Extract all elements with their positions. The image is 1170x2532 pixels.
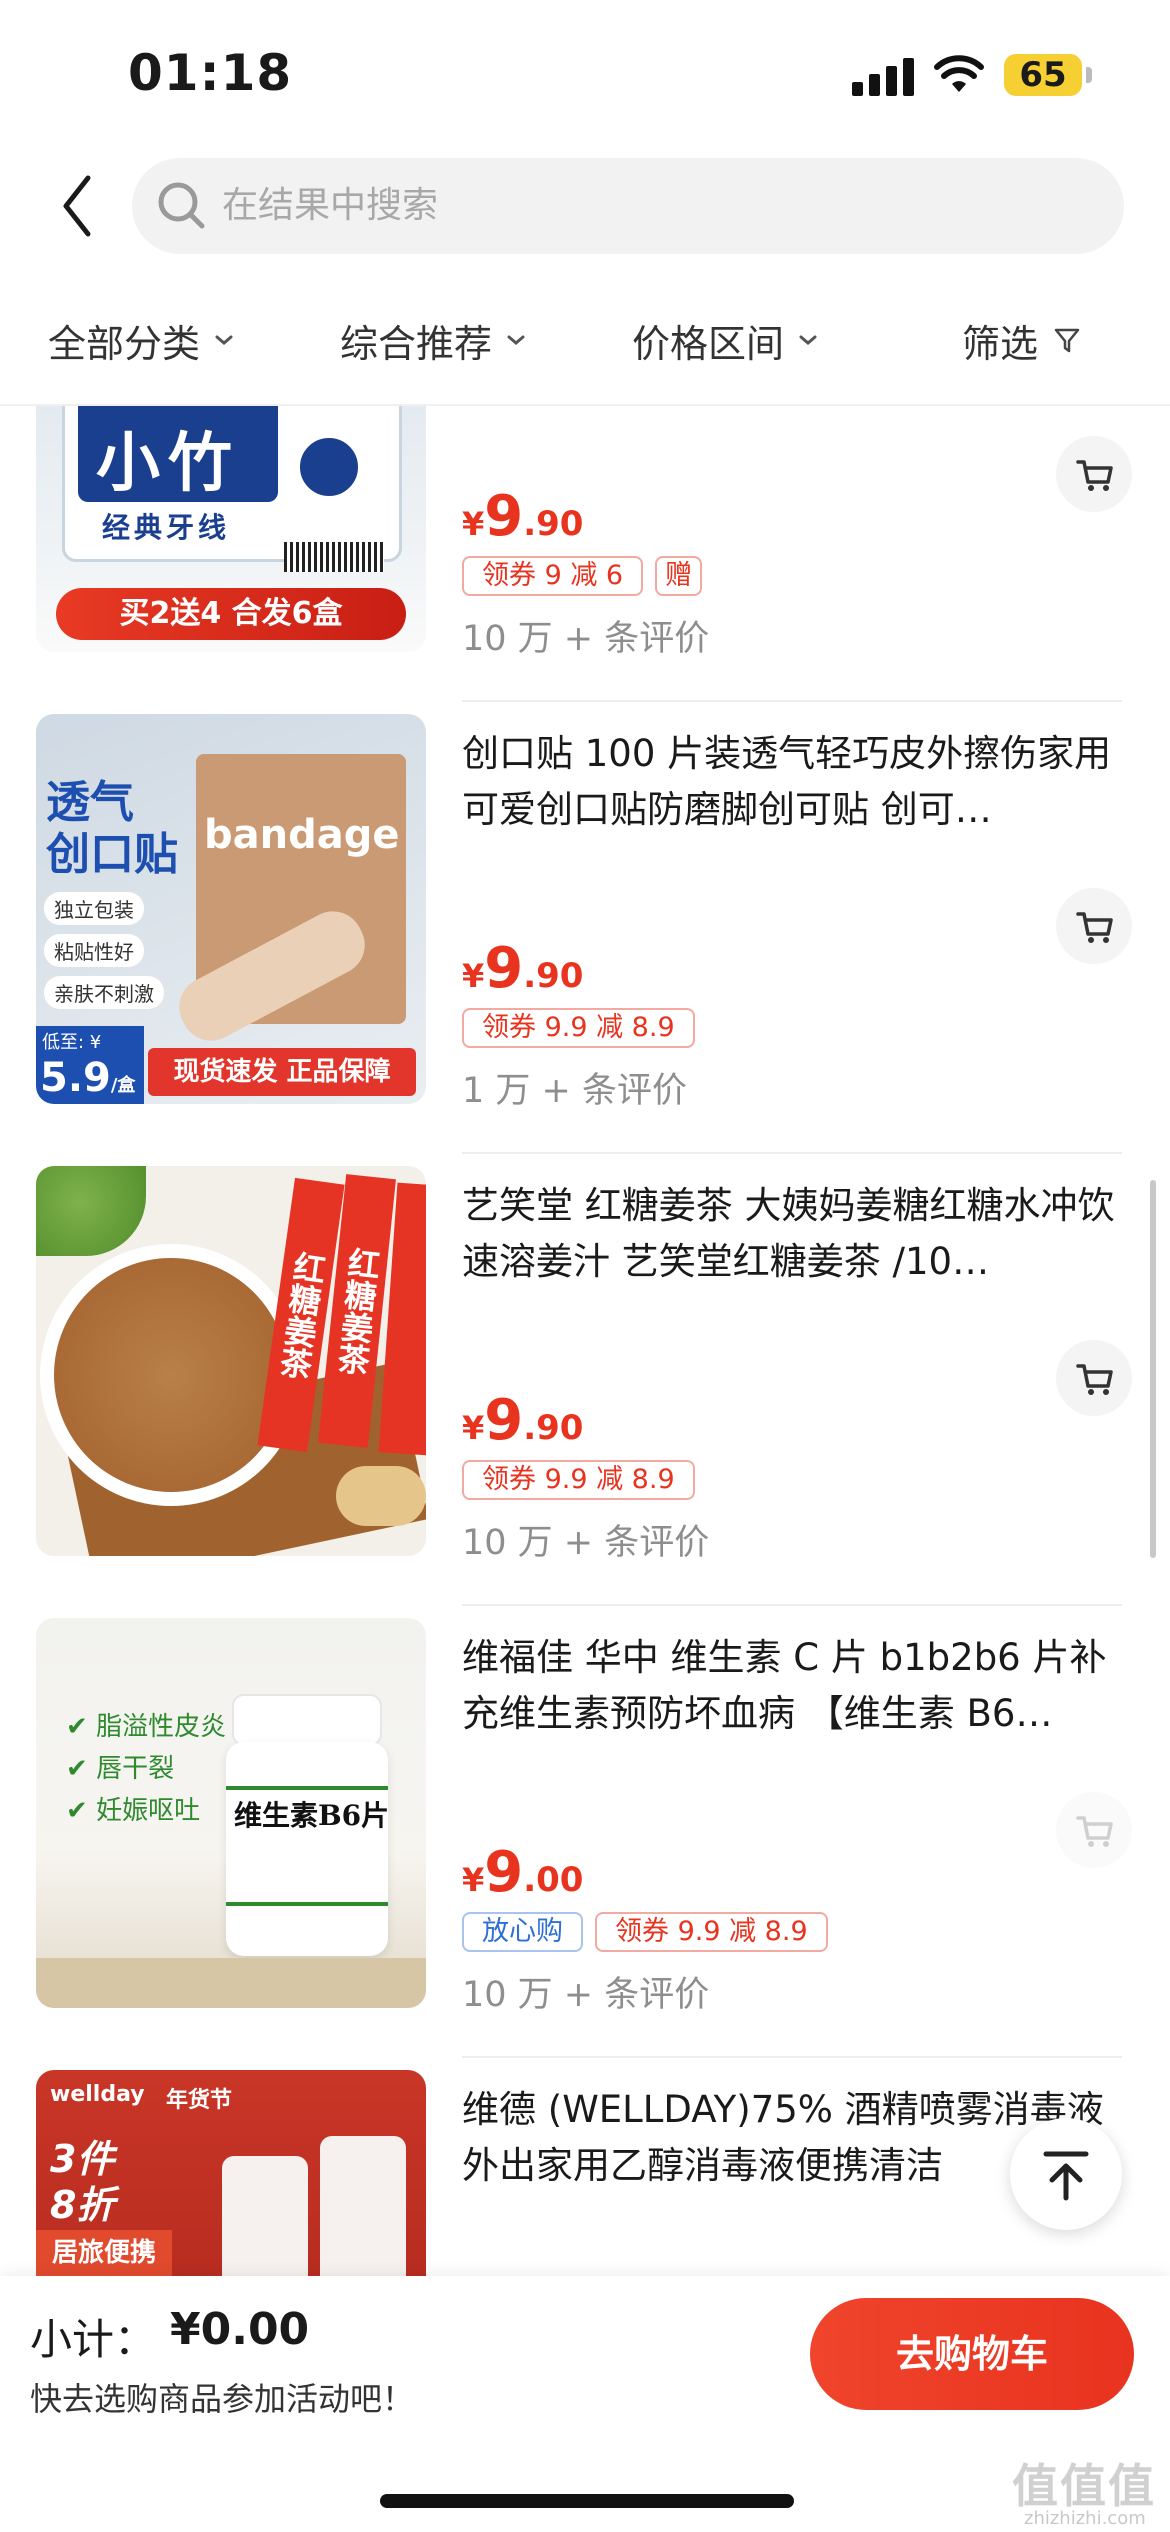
- product-title[interactable]: 维福佳 华中 维生素 C 片 b1b2b6 片补充维生素预防坏血病 【维生素 B…: [462, 1630, 1122, 1742]
- gift-tag: 赠: [655, 556, 703, 596]
- filter-all-categories[interactable]: 全部分类: [48, 292, 234, 388]
- row-separator: [462, 1152, 1122, 1154]
- wellday-festival-text: 年货节: [166, 2088, 233, 2113]
- product-tags: 放心购 领券 9.9 减 8.9: [462, 1912, 828, 1952]
- product-image[interactable]: bandage 透气 创口贴 独立包装 粘贴性好 亲肤不刺激 低至: ¥ 5.9…: [36, 714, 426, 1104]
- chevron-down-icon: [215, 335, 233, 345]
- vitamin-label-text: 维生素B6片: [234, 1799, 390, 1832]
- bandage-bullet: 亲肤不刺激: [44, 976, 164, 1009]
- product-card[interactable]: 小竹 经典牙线 买2送4 合发6盒 ¥9.90 领券 9 减 6 赠 10 万 …: [0, 406, 1170, 700]
- search-icon: [158, 182, 205, 229]
- product-price: ¥9.90: [462, 1388, 584, 1453]
- wellday-brand-text: wellday: [50, 2082, 145, 2107]
- chevron-down-icon: [799, 335, 817, 345]
- floss-sub-text: 经典牙线: [102, 511, 231, 544]
- subtotal-label: 小计：: [30, 2315, 157, 2364]
- scroll-indicator[interactable]: [1150, 1180, 1156, 1558]
- product-list[interactable]: 小竹 经典牙线 买2送4 合发6盒 ¥9.90 领券 9 减 6 赠 10 万 …: [0, 406, 1170, 2276]
- product-image[interactable]: 小竹 经典牙线 买2送4 合发6盒: [36, 406, 426, 652]
- product-card[interactable]: 红糖姜茶 红糖姜茶 艺笑堂 红糖姜茶 大姨妈姜糖红糖水冲饮速溶姜汁 艺笑堂红糖姜…: [0, 1152, 1170, 1604]
- review-count: 10 万 + 条评价: [462, 619, 710, 659]
- product-price: ¥9.90: [462, 936, 584, 1001]
- row-separator: [462, 700, 1122, 702]
- bandage-bullet: 粘贴性好: [44, 934, 144, 967]
- promo-hint: 快去选购商品参加活动吧！: [30, 2380, 415, 2418]
- filter-bar: 全部分类 综合推荐 价格区间 筛选: [0, 292, 1170, 388]
- filter-price-range[interactable]: 价格区间: [632, 292, 818, 388]
- status-time: 01:18: [128, 44, 293, 102]
- vitamin-bullet: ✔ 唇干裂: [66, 1754, 175, 1784]
- wellday-promo-text: 8折: [50, 2183, 115, 2227]
- add-to-cart-button[interactable]: [1056, 1792, 1132, 1868]
- filter-label: 筛选: [962, 321, 1039, 366]
- watermark-text: 值值值: [1012, 2459, 1156, 2513]
- product-price: ¥9.00: [462, 1840, 584, 1905]
- product-tags: 领券 9.9 减 8.9: [462, 1008, 695, 1048]
- filter-label: 综合推荐: [340, 321, 493, 366]
- bandage-low-price-box: 低至: ¥ 5.9/盒: [36, 1026, 144, 1104]
- product-image[interactable]: wellday 年货节 3件 8折 居旅便携: [36, 2070, 426, 2276]
- bandage-headline-2: 创口贴: [46, 829, 178, 880]
- wifi-icon: [934, 55, 984, 92]
- coupon-tag: 领券 9.9 减 8.9: [595, 1912, 828, 1952]
- vitamin-bullet: ✔ 脂溢性皮炎: [66, 1712, 227, 1742]
- floss-promo-banner: 买2送4 合发6盒: [56, 588, 406, 640]
- row-separator: [462, 1604, 1122, 1606]
- cart-icon: [1076, 1816, 1113, 1847]
- cart-icon: [1076, 460, 1113, 491]
- back-arrow-icon[interactable]: [52, 168, 104, 244]
- chevron-down-icon: [507, 335, 525, 345]
- bandage-box-text: bandage: [204, 812, 400, 858]
- filter-screen[interactable]: 筛选: [962, 292, 1082, 388]
- bandage-promo-banner: 现货速发 正品保障: [148, 1048, 416, 1096]
- go-to-cart-button[interactable]: 去购物车: [810, 2298, 1134, 2410]
- wellday-banner: 居旅便携: [36, 2230, 172, 2276]
- product-title[interactable]: 艺笑堂 红糖姜茶 大姨妈姜糖红糖水冲饮速溶姜汁 艺笑堂红糖姜茶 /10…: [462, 1178, 1122, 1290]
- status-bar: 01:18 65: [0, 0, 1170, 150]
- coupon-tag: 领券 9.9 减 8.9: [462, 1460, 695, 1500]
- review-count: 10 万 + 条评价: [462, 1975, 710, 2015]
- coupon-tag: 领券 9.9 减 8.9: [462, 1008, 695, 1048]
- assurance-tag: 放心购: [462, 1912, 583, 1952]
- row-separator: [462, 2056, 1122, 2058]
- search-placeholder: 在结果中搜索: [222, 185, 439, 226]
- product-tags: 领券 9.9 减 8.9: [462, 1460, 695, 1500]
- back-to-top-button[interactable]: [1010, 2118, 1122, 2230]
- product-card[interactable]: bandage 透气 创口贴 独立包装 粘贴性好 亲肤不刺激 低至: ¥ 5.9…: [0, 700, 1170, 1152]
- product-tags: 领券 9 减 6 赠: [462, 556, 703, 596]
- coupon-tag: 领券 9 减 6: [462, 556, 644, 596]
- product-image[interactable]: 红糖姜茶 红糖姜茶: [36, 1166, 426, 1556]
- filter-sort[interactable]: 综合推荐: [340, 292, 526, 388]
- vitamin-bullet: ✔ 妊娠呕吐: [66, 1796, 201, 1826]
- add-to-cart-button[interactable]: [1056, 436, 1132, 512]
- cellular-signal-icon: [852, 58, 914, 96]
- product-price: ¥9.90: [462, 484, 584, 549]
- filter-label: 全部分类: [48, 321, 201, 366]
- review-count: 1 万 + 条评价: [462, 1071, 687, 1111]
- product-card[interactable]: wellday 年货节 3件 8折 居旅便携 维德 (WELLDAY)75% 酒…: [0, 2056, 1170, 2276]
- battery-icon: 65: [1004, 54, 1082, 96]
- subtotal-value: ¥0.00: [170, 2304, 310, 2355]
- bandage-bullet: 独立包装: [44, 892, 144, 925]
- cart-summary-bar: 小计： ¥0.00 快去选购商品参加活动吧！ 去购物车 值值值 zhizhizh…: [0, 2276, 1170, 2532]
- add-to-cart-button[interactable]: [1056, 888, 1132, 964]
- arrow-up-icon: [1043, 2151, 1089, 2201]
- review-count: 10 万 + 条评价: [462, 1523, 710, 1563]
- battery-tip: [1086, 67, 1092, 83]
- product-image[interactable]: ✔ 脂溢性皮炎 ✔ 唇干裂 ✔ 妊娠呕吐 维生素B6片: [36, 1618, 426, 2008]
- filter-label: 价格区间: [632, 321, 785, 366]
- add-to-cart-button[interactable]: [1056, 1340, 1132, 1416]
- cart-icon: [1076, 1364, 1113, 1395]
- product-card[interactable]: ✔ 脂溢性皮炎 ✔ 唇干裂 ✔ 妊娠呕吐 维生素B6片 维福佳 华中 维生素 C…: [0, 1604, 1170, 2056]
- floss-brand-text: 小竹: [96, 427, 240, 501]
- funnel-icon: [1054, 328, 1080, 353]
- watermark-url: zhizhizhi.com: [1024, 2508, 1146, 2529]
- product-title[interactable]: 创口贴 100 片装透气轻巧皮外擦伤家用可爱创口贴防磨脚创可贴 创可…: [462, 726, 1122, 838]
- home-indicator[interactable]: [380, 2494, 794, 2508]
- cart-icon: [1076, 912, 1113, 943]
